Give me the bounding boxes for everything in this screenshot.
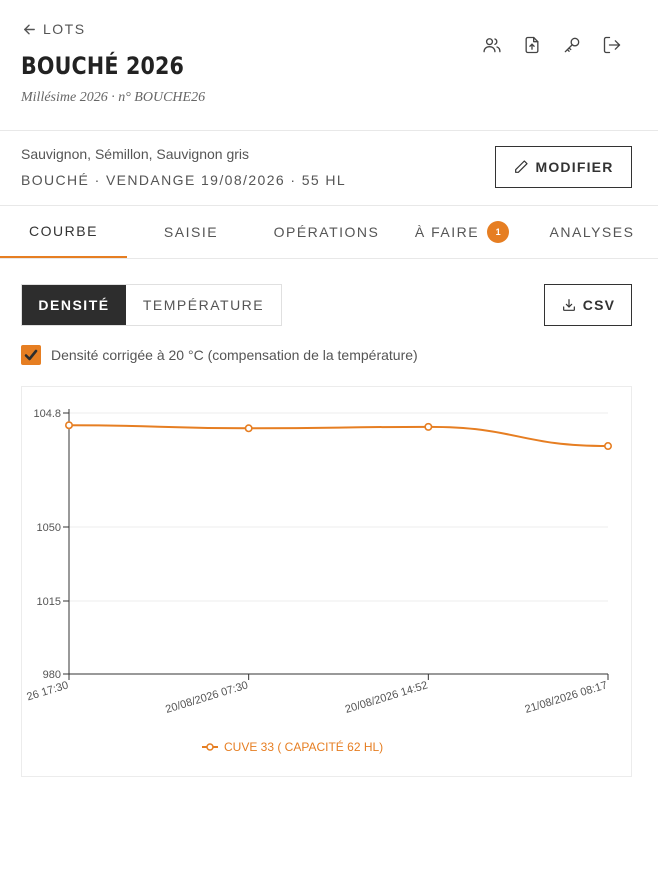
tab-label: À FAIRE — [414, 224, 480, 240]
y-tick-label: 1015 — [37, 596, 61, 608]
check-icon — [24, 349, 38, 361]
page-subtitle: Millésime 2026 · n° BOUCHE26 — [21, 90, 206, 105]
back-label: LOTS — [43, 21, 86, 37]
page-header: LOTS BOUCHÉ 2026 Millésime 2026 · n° BOU… — [0, 0, 658, 130]
lot-meta: BOUCHÉ · VENDANGE 19/08/2026 · 55 HL — [21, 172, 347, 188]
density-chart: 980 1015 1050 104.8 26 17:30 20/08/2026 07:30… — [21, 386, 632, 777]
y-tick-label: 1050 — [37, 522, 61, 534]
todo-count-badge: 1 — [487, 221, 510, 243]
density-toggle[interactable]: DENSITÉ — [22, 285, 126, 325]
tab-label: SAISIE — [163, 224, 219, 240]
temperature-correction-option: Densité corrigée à 20 °C (compensation d… — [21, 345, 418, 365]
back-to-lots-link[interactable]: LOTS — [22, 21, 86, 37]
users-button[interactable] — [480, 33, 503, 56]
header-actions — [480, 33, 623, 56]
x-tick-label: 20/08/2026 07:30 — [164, 679, 249, 716]
tab-analyses[interactable]: ANALYSES — [526, 206, 658, 258]
tab-label: OPÉRATIONS — [273, 224, 380, 240]
logout-icon — [603, 36, 620, 53]
users-icon — [482, 37, 501, 52]
tab-label: ANALYSES — [549, 224, 635, 240]
y-tick-label: 104.8 — [33, 408, 61, 420]
access-key-button[interactable] — [560, 33, 583, 56]
x-tick-label: 21/08/2026 08:17 — [523, 679, 608, 716]
modify-button[interactable]: MODIFIER — [495, 146, 632, 188]
temperature-correction-label: Densité corrigée à 20 °C (compensation d… — [51, 347, 418, 363]
x-tick-label: 20/08/2026 14:52 — [344, 679, 429, 716]
data-point — [244, 424, 253, 433]
temperature-toggle[interactable]: TEMPÉRATURE — [126, 285, 281, 325]
data-point — [603, 442, 612, 451]
lot-info: Sauvignon, Sémillon, Sauvignon gris BOUC… — [0, 130, 658, 206]
page-title: BOUCHÉ 2026 — [21, 52, 185, 80]
download-icon — [562, 299, 575, 311]
tab-a-faire[interactable]: À FAIRE 1 — [398, 206, 526, 258]
data-point — [64, 421, 73, 430]
export-button[interactable] — [520, 33, 543, 56]
csv-export-button[interactable]: CSV — [544, 284, 632, 326]
data-point — [424, 422, 433, 431]
tab-label: COURBE — [29, 223, 98, 239]
arrow-left-icon — [24, 24, 35, 34]
tab-operations[interactable]: OPÉRATIONS — [255, 206, 398, 258]
grape-varieties: Sauvignon, Sémillon, Sauvignon gris — [21, 146, 250, 162]
key-icon — [564, 37, 579, 52]
y-tick-label: 980 — [43, 669, 61, 681]
legend-label: CUVE 33 ( CAPACITÉ 62 HL) — [224, 739, 383, 754]
legend-marker — [206, 743, 214, 751]
tab-saisie[interactable]: SAISIE — [127, 206, 255, 258]
series-line — [68, 424, 609, 448]
pencil-icon — [515, 160, 529, 173]
tab-courbe[interactable]: COURBE — [0, 206, 127, 258]
logout-button[interactable] — [600, 33, 623, 56]
measure-switch: DENSITÉ TEMPÉRATURE — [21, 284, 282, 326]
x-tick-label: 26 17:30 — [25, 679, 69, 703]
modify-label: MODIFIER — [535, 159, 614, 175]
upload-icon — [525, 36, 538, 53]
temperature-correction-checkbox[interactable] — [21, 345, 41, 365]
lot-tabs: COURBE SAISIE OPÉRATIONS À FAIRE 1 ANALY… — [0, 206, 658, 259]
density-chart-svg: 980 1015 1050 104.8 26 17:30 20/08/2026 07:30… — [25, 408, 612, 754]
csv-label: CSV — [582, 297, 616, 313]
